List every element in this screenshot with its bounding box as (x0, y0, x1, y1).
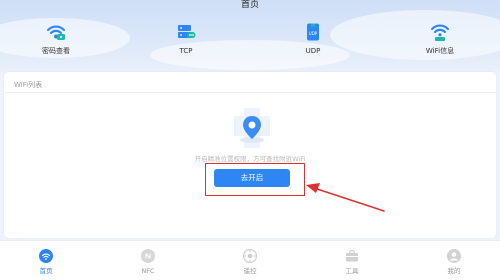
quick-action-label: TCP (179, 47, 193, 55)
wifi-key-icon (46, 25, 66, 40)
bottom-navigation: 首页 NFC 遥控 工具 我的 (0, 240, 500, 280)
udp-file-icon: UDP (307, 23, 319, 41)
quick-actions-row: 密码查看 TCP UDP UDP WiFi信息 (0, 22, 500, 62)
tcp-server-icon (178, 25, 196, 38)
quick-action-label: UDP (305, 47, 321, 55)
annotation-arrow (306, 183, 385, 212)
nfc-icon (141, 249, 155, 263)
quick-action-udp[interactable]: UDP UDP (273, 22, 353, 56)
nav-item-home[interactable]: 首页 (16, 249, 76, 275)
nav-label: 我的 (447, 267, 461, 275)
quick-action-tcp[interactable]: TCP (146, 22, 226, 56)
nav-item-remote[interactable]: 遥控 (220, 249, 280, 275)
nav-label: NFC (141, 267, 155, 275)
nav-item-tools[interactable]: 工具 (322, 249, 382, 275)
location-permission-hint: 开启精准位置权限，方可查找附近WiFi (194, 155, 306, 163)
location-illustration-icon (234, 108, 270, 148)
quick-action-label: 密码查看 (42, 47, 70, 55)
page-title: 首页 (240, 0, 259, 10)
wifi-info-icon (430, 24, 450, 41)
toolbox-icon (346, 250, 358, 262)
nav-label: 遥控 (243, 267, 257, 275)
user-icon (447, 249, 461, 263)
wifi-list-card: WiFi列表 开启精准位置权限，方可查找附近WiFi 去开启 (4, 72, 496, 238)
nav-label: 工具 (345, 267, 359, 275)
nav-item-nfc[interactable]: NFC (118, 249, 178, 275)
wifi-list-title: WiFi列表 (14, 81, 43, 89)
svg-text:UDP: UDP (309, 31, 318, 36)
nav-label: 首页 (39, 267, 53, 275)
remote-icon (243, 249, 257, 263)
nav-item-profile[interactable]: 我的 (424, 249, 484, 275)
quick-action-label: WiFi信息 (425, 47, 455, 55)
quick-action-password[interactable]: 密码查看 (16, 22, 96, 56)
wifi-home-icon (39, 249, 53, 263)
card-divider (4, 92, 496, 93)
enable-location-button[interactable]: 去开启 (214, 169, 290, 187)
quick-action-wifi-info[interactable]: WiFi信息 (400, 22, 480, 56)
